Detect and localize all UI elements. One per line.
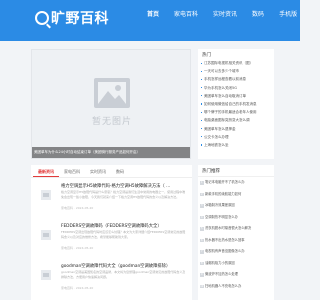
tab-latest[interactable]: 最新资讯	[33, 165, 59, 177]
article-meta: 家电百科 · 2024-05-20	[61, 206, 94, 210]
hot-item-label[interactable]: 扫地机器人不充电怎么办	[205, 284, 241, 288]
hot-item-label[interactable]: 新款手机的续航能力如何	[205, 192, 241, 196]
hot-item-label[interactable]: 洗衣机脱水时噪音很大怎么解决	[205, 226, 251, 230]
nav-home[interactable]: 首页	[147, 11, 159, 19]
hot-item-label[interactable]: 电视机有声音没图像怎么办	[205, 249, 245, 253]
side-list-item[interactable]: 手机怎样远程查看以前消息	[198, 75, 274, 83]
hot-recommend-title: 热门推荐	[198, 165, 274, 177]
hot-item-label[interactable]: 空调制热不明显怎么办	[205, 215, 238, 219]
hot-item[interactable]: 9 微波炉不加热怎么处理	[198, 269, 274, 281]
article-summary: goodman空调是美国知名的空调品牌，本文将为您整理goodman空调常见的故…	[61, 270, 186, 279]
image-placeholder-icon	[94, 78, 130, 108]
hot-item-label[interactable]: 笔记本电脑开不了机怎么办	[205, 180, 245, 184]
side-list-item[interactable]: 美团单车怎么自动取消订单	[198, 92, 274, 100]
rank-badge: 1	[200, 181, 204, 185]
featured-slider[interactable]: 暂无图片 美团单车为什么24小时自动结束订单（美团骑行服务产品如何开启）	[31, 49, 191, 159]
side-list-item[interactable]: 上海地铁怎么坐	[198, 141, 274, 149]
article-list-panel: 最新资讯 家电百科 实时资讯 数码 格力空调显示H5故障代码-格力空调H5故障解…	[31, 165, 192, 300]
hot-recommend-panel: 热门推荐 1 笔记本电脑开不了机怎么办 2 新款手机的续航能力如何 3 冰箱制冷效果差…	[198, 165, 274, 300]
rank-badge: 2	[200, 192, 204, 196]
rank-badge: 4	[200, 215, 204, 219]
hot-item-label[interactable]: 热水器不出热水是怎么回事	[205, 238, 245, 242]
article-thumbnail-icon	[41, 270, 51, 280]
site-header: 旷野百科 首页 家电百科 实时资讯 数码 手机版	[0, 0, 300, 41]
tab-realtime-news[interactable]: 实时资讯	[85, 165, 111, 177]
hot-item-label[interactable]: 微波炉不加热怎么处理	[205, 272, 238, 276]
side-list-item[interactable]: 电脑桌面图标突然变大怎么调	[198, 116, 274, 124]
hot-item[interactable]: 7 电视机有声音没图像怎么办	[198, 246, 274, 258]
site-logo[interactable]: 旷野百科	[35, 7, 109, 29]
article-item[interactable]: goodman空调故障代码大全（goodman空调故障排除） goodman空调…	[31, 258, 192, 298]
article-meta: 家电百科 · 2024-05-20	[61, 286, 94, 290]
nav-appliance-wiki[interactable]: 家电百科	[174, 11, 198, 19]
rank-badge: 8	[200, 261, 204, 265]
nav-realtime-news[interactable]: 实时资讯	[213, 11, 237, 19]
side-list-item[interactable]: 华为手机怎么关闭5G	[198, 84, 274, 92]
main-nav: 首页 家电百科 实时资讯 数码 手机版	[147, 11, 312, 19]
side-list-item[interactable]: 如何使用微信给自己的手机发消息	[198, 100, 274, 108]
hot-item-label[interactable]: 冰箱制冷效果差原因	[205, 203, 235, 207]
hot-item[interactable]: 2 新款手机的续航能力如何	[198, 189, 274, 201]
side-list-title: 热门	[202, 53, 211, 58]
side-list-item[interactable]: 江苏国际电视机相关资讯（图）	[198, 59, 274, 67]
article-title[interactable]: 格力空调显示H5故障代码-格力空调H5故障解决方法（ ...	[61, 183, 189, 189]
hot-item[interactable]: 8 油烟机吸力小的原因	[198, 258, 274, 270]
hot-item[interactable]: 5 洗衣机脱水时噪音很大怎么解决	[198, 223, 274, 235]
side-list-item[interactable]: 一天可以去多少个城市	[198, 67, 274, 75]
article-tabs: 最新资讯 家电百科 实时资讯 数码	[31, 165, 192, 178]
rank-badge: 10	[200, 284, 204, 288]
hot-item[interactable]: 1 笔记本电脑开不了机怎么办	[198, 177, 274, 189]
article-thumbnail-icon	[41, 230, 51, 240]
nav-digital[interactable]: 数码	[252, 11, 264, 19]
logo-magnifier-icon	[35, 11, 49, 25]
placeholder-text: 暂无图片	[91, 117, 132, 127]
side-list-panel: 热门 江苏国际电视机相关资讯（图） 一天可以去多少个城市 手机怎样远程查看以前消…	[198, 49, 274, 159]
article-title[interactable]: FEDDERS空调故障码（FEDDERS空调故障码大全）	[61, 223, 189, 229]
rank-badge: 6	[200, 238, 204, 242]
slider-caption[interactable]: 美团单车为什么24小时自动结束订单（美团骑行服务产品如何开启）	[32, 147, 190, 158]
side-list-item[interactable]: 哪个牌子的手机最适合老年人使用	[198, 108, 274, 116]
article-summary: FEDDERS空调出现故障代码时应该怎么处理？本文为大家详细介绍FEDDERS空…	[61, 230, 186, 239]
logo-text: 旷野百科	[51, 11, 109, 27]
article-thumbnail-icon	[41, 190, 51, 200]
article-item[interactable]: 格力空调显示H5故障代码-格力空调H5故障解决方法（ ... 格力空调显示H5故…	[31, 178, 192, 218]
hot-item[interactable]: 10 扫地机器人不充电怎么办	[198, 281, 274, 293]
rank-badge: 5	[200, 227, 204, 231]
side-list-item[interactable]: 公交卡怎么办理	[198, 133, 274, 141]
article-title[interactable]: goodman空调故障代码大全（goodman空调故障排除）	[61, 263, 189, 269]
side-list-item[interactable]: 美团单车怎么退押金	[198, 125, 274, 133]
hot-item[interactable]: 6 热水器不出热水是怎么回事	[198, 235, 274, 247]
article-summary: 格力空调显示H5故障代码是什么意思？格力空调是我们生活中常用的电器之一，使用过程…	[61, 190, 186, 199]
nav-mobile[interactable]: 手机版	[279, 11, 297, 19]
tab-appliance-wiki[interactable]: 家电百科	[59, 165, 85, 177]
rank-badge: 7	[200, 250, 204, 254]
rank-badge: 3	[200, 204, 204, 208]
rank-badge: 9	[200, 273, 204, 277]
tab-digital[interactable]: 数码	[111, 165, 129, 177]
hot-item-label[interactable]: 油烟机吸力小的原因	[205, 261, 235, 265]
article-meta: 家电百科 · 2024-05-20	[61, 246, 94, 250]
article-item[interactable]: FEDDERS空调故障码（FEDDERS空调故障码大全） FEDDERS空调出现…	[31, 218, 192, 258]
hot-item[interactable]: 4 空调制热不明显怎么办	[198, 212, 274, 224]
hot-item[interactable]: 3 冰箱制冷效果差原因	[198, 200, 274, 212]
